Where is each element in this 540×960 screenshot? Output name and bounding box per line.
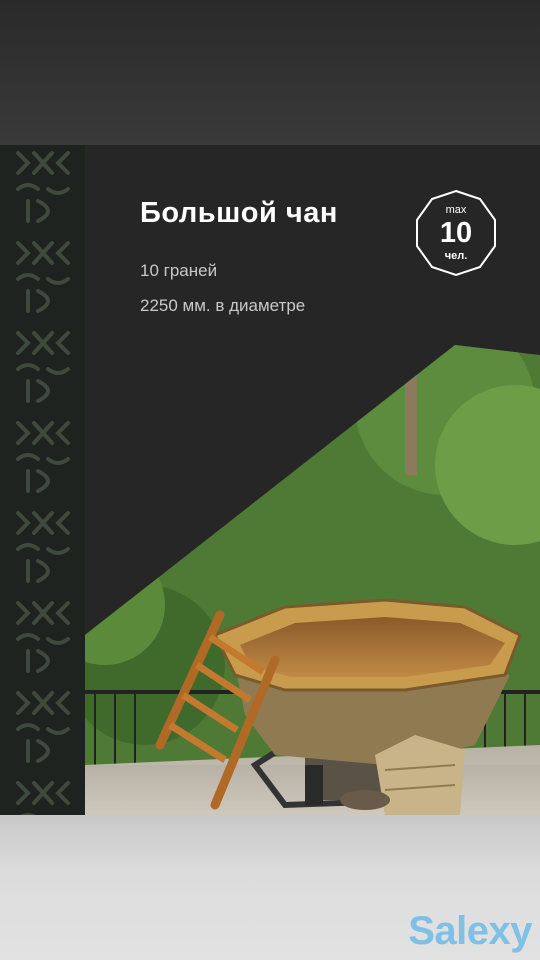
ornament-pattern-icon — [16, 151, 70, 815]
bottom-blurred-band: Salexy — [0, 815, 540, 960]
product-facets: 10 граней — [140, 261, 218, 280]
product-title: Большой чан — [140, 197, 338, 229]
product-card: Большой чан 10 граней 2250 мм. в диаметр… — [0, 145, 540, 815]
badge-prefix: max — [445, 204, 467, 216]
badge-unit: чел. — [444, 250, 468, 262]
capacity-badge: max 10 чел. — [413, 189, 499, 277]
top-blurred-band — [0, 0, 540, 145]
ornament-strip — [0, 145, 85, 815]
hot-tub-photo — [85, 345, 540, 815]
product-diameter: 2250 мм. в диаметре — [140, 296, 306, 315]
badge-value: 10 — [439, 217, 473, 249]
watermark-logo: Salexy — [408, 909, 532, 953]
